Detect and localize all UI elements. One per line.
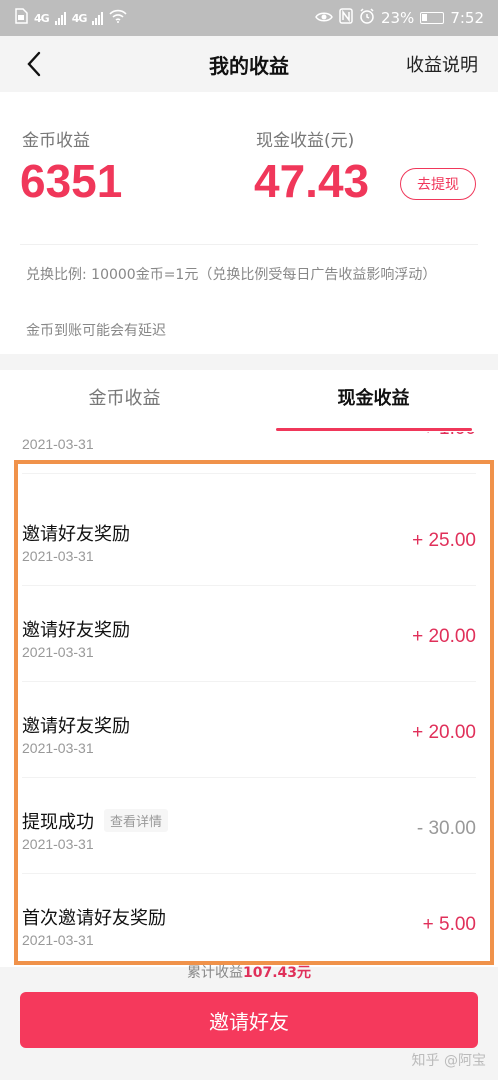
list-item[interactable]: 邀请好友奖励 2021-03-31 + 20.00 bbox=[0, 682, 498, 778]
row-divider bbox=[22, 473, 476, 474]
coin-earnings-label: 金币收益 bbox=[22, 131, 90, 151]
list-item[interactable]: 2021-03-31 + 1.00 bbox=[0, 432, 498, 474]
record-date: 2021-03-31 bbox=[22, 436, 94, 452]
record-title: 提现成功 bbox=[22, 812, 94, 833]
record-amount: - 30.00 bbox=[416, 818, 476, 839]
sim-icon bbox=[14, 8, 28, 28]
total-label: 累计收益 bbox=[186, 965, 243, 981]
cash-earnings-label: 现金收益(元) bbox=[256, 131, 355, 151]
wifi-icon bbox=[109, 9, 127, 27]
status-bar: 4G 4G 23% 7:52 bbox=[0, 0, 498, 36]
record-amount: + 5.00 bbox=[422, 914, 476, 935]
list-item[interactable]: 提现成功 查看详情 2021-03-31 - 30.00 bbox=[0, 778, 498, 874]
earnings-summary: 金币收益 6351 现金收益(元) 47.43 去提现 兑换比例: 10000金… bbox=[0, 92, 498, 354]
active-tab-indicator bbox=[276, 428, 472, 431]
delay-note: 金币到账可能会有延迟 bbox=[26, 323, 166, 339]
record-date: 2021-03-31 bbox=[22, 740, 94, 756]
invite-friends-button[interactable]: 邀请好友 bbox=[20, 992, 478, 1048]
record-amount: + 20.00 bbox=[412, 626, 476, 647]
record-title: 邀请好友奖励 bbox=[22, 620, 130, 641]
record-title: 首次邀请好友奖励 bbox=[22, 908, 166, 929]
nfc-icon bbox=[339, 8, 353, 28]
view-details-link[interactable]: 查看详情 bbox=[104, 809, 169, 832]
status-right: 23% 7:52 bbox=[315, 8, 484, 28]
earnings-tabs: 金币收益 现金收益 bbox=[0, 370, 498, 432]
cash-record-list[interactable]: 2021-03-31 + 1.00 邀请好友奖励 2021-03-31 + 25… bbox=[0, 432, 498, 967]
exchange-rate-note: 兑换比例: 10000金币=1元（兑换比例受每日广告收益影响浮动） bbox=[26, 267, 437, 283]
list-item[interactable]: 首次邀请好友奖励 2021-03-31 + 5.00 bbox=[0, 874, 498, 967]
eye-icon bbox=[315, 9, 333, 27]
record-date: 2021-03-31 bbox=[22, 836, 94, 852]
record-date: 2021-03-31 bbox=[22, 932, 94, 948]
signal-1-icon bbox=[54, 11, 66, 25]
record-amount: + 1.00 bbox=[423, 432, 476, 440]
total-earnings: 累计收益107.43元 bbox=[0, 962, 498, 982]
battery-percent: 23% bbox=[380, 9, 415, 27]
clock: 7:52 bbox=[450, 9, 484, 27]
total-value: 107.43元 bbox=[242, 965, 312, 981]
list-item[interactable]: 邀请好友奖励 2021-03-31 + 25.00 bbox=[0, 490, 498, 586]
status-left: 4G 4G bbox=[14, 8, 127, 28]
summary-divider bbox=[20, 244, 478, 245]
list-item[interactable]: 邀请好友奖励 2021-03-31 + 20.00 bbox=[0, 586, 498, 682]
record-title-row: 提现成功 查看详情 bbox=[22, 808, 169, 834]
coin-earnings-value: 6351 bbox=[20, 155, 123, 207]
record-title: 邀请好友奖励 bbox=[22, 524, 130, 545]
tab-cash-earnings[interactable]: 现金收益 bbox=[249, 370, 498, 432]
signal-1-label: 4G bbox=[34, 11, 50, 25]
record-date: 2021-03-31 bbox=[22, 548, 94, 564]
record-amount: + 25.00 bbox=[412, 530, 476, 551]
nav-bar: 我的收益 收益说明 bbox=[0, 36, 498, 92]
cash-earnings-value: 47.43 bbox=[254, 155, 370, 207]
record-amount: + 20.00 bbox=[412, 722, 476, 743]
tab-coin-earnings[interactable]: 金币收益 bbox=[0, 370, 249, 432]
withdraw-button[interactable]: 去提现 bbox=[400, 168, 476, 200]
earnings-help-link[interactable]: 收益说明 bbox=[406, 51, 478, 77]
battery-icon bbox=[420, 12, 445, 24]
watermark: 知乎 @阿宝 bbox=[411, 1053, 486, 1069]
record-title: 邀请好友奖励 bbox=[22, 716, 130, 737]
alarm-icon bbox=[359, 8, 375, 28]
signal-2-label: 4G bbox=[71, 11, 88, 25]
record-date: 2021-03-31 bbox=[22, 644, 94, 660]
signal-2-icon bbox=[92, 11, 104, 25]
